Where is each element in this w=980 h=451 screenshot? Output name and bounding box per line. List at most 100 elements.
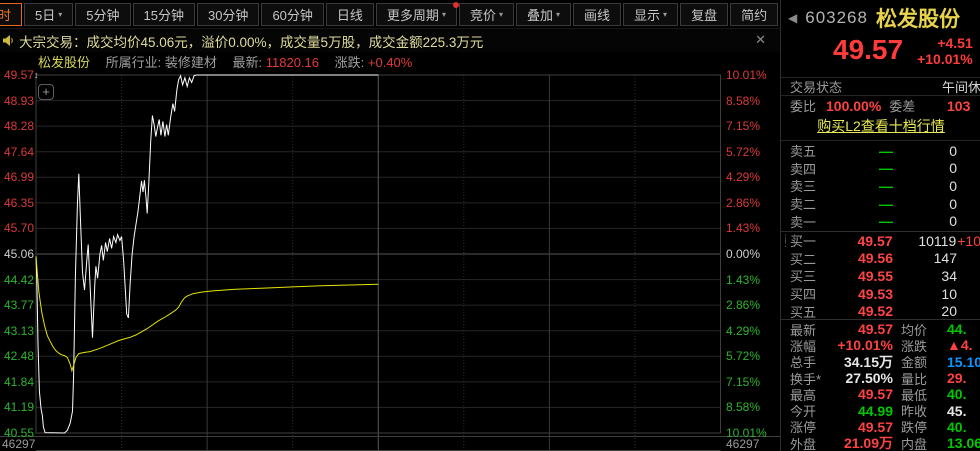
percent-axis-label: 10.01% xyxy=(726,427,780,439)
weibi-label: 委比 xyxy=(790,96,816,115)
price-axis-label: 40.55 xyxy=(0,427,34,439)
buy-row: 买一49.5710119+10 xyxy=(781,232,980,250)
price-axis-label: 45.70 xyxy=(0,222,34,234)
stats-value: 49.57 xyxy=(829,321,893,337)
percent-axis-label: 10.01% xyxy=(726,69,780,81)
stats-value: 44. xyxy=(947,321,980,337)
stats-row: 今开44.99昨收45. xyxy=(781,402,980,418)
price-axis-label: 49.57 xyxy=(0,69,34,81)
price-axis-label: 46.35 xyxy=(0,197,34,209)
buy-row-qty: 20 xyxy=(893,303,957,319)
change-value: +4.51 xyxy=(937,35,972,51)
buy-row-qty-change: +10 xyxy=(956,233,980,249)
stats-row: 总手34.15万金额15.10 xyxy=(781,354,980,370)
percent-axis-label: 1.43% xyxy=(726,274,780,286)
quote-header: ◀ 603268 松发股份 xyxy=(781,5,980,31)
stats-value: 40. xyxy=(947,386,980,402)
buy-row-price: 49.52 xyxy=(821,303,893,319)
buy-row-label: 买二 xyxy=(781,249,821,268)
weicha-value: 103 xyxy=(947,98,970,114)
price-axis-label: 45.06 xyxy=(0,248,34,260)
price-arrows-icon: ↕ xyxy=(34,70,39,80)
sell-row: 卖三—0 xyxy=(781,177,980,195)
price-block: 49.57 +4.51 +10.01% xyxy=(781,33,980,76)
stats-label: 外盘 xyxy=(781,434,829,451)
l2-purchase-link[interactable]: 购买L2查看十档行情 xyxy=(817,118,945,134)
change-block: +4.51 +10.01% xyxy=(917,33,973,67)
stats-value: 27.50% xyxy=(829,370,893,386)
change-percent: +10.01% xyxy=(917,51,973,67)
price-axis-label: 43.13 xyxy=(0,325,34,337)
buy-row-price: 49.57 xyxy=(821,233,893,249)
panel-drag-handle[interactable]: ⋮⋮⋮⋮ xyxy=(781,236,799,246)
last-price: 49.57 xyxy=(833,33,903,67)
percent-axis-label: 7.15% xyxy=(726,120,780,132)
buy-row: 买五49.5220 xyxy=(781,302,980,320)
weibi-value: 100.00% xyxy=(826,98,881,114)
percent-axis-label: 5.72% xyxy=(726,350,780,362)
sell-row: 卖五—0 xyxy=(781,142,980,160)
sell-row-label: 卖四 xyxy=(781,159,821,178)
stats-value: 13.06 xyxy=(947,435,980,451)
add-to-watchlist-icon[interactable]: + xyxy=(38,84,54,100)
buy-row-label: 买三 xyxy=(781,266,821,285)
buy-row-label: 买五 xyxy=(781,302,821,321)
quote-panel: ◀ 603268 松发股份 49.57 +4.51 +10.01% 交易状态 午… xyxy=(780,0,980,451)
sell-row-label: 卖三 xyxy=(781,176,821,195)
sell-row-qty: 0 xyxy=(893,178,957,194)
back-arrow-icon[interactable]: ◀ xyxy=(788,11,797,25)
percent-axis-label: 4.29% xyxy=(726,325,780,337)
buy-row-qty: 10119 xyxy=(893,233,957,249)
sell-row-price: — xyxy=(821,160,893,176)
sell-row-label: 卖一 xyxy=(781,212,821,231)
sell-row-label: 卖五 xyxy=(781,141,821,160)
chart-canvas xyxy=(0,0,780,451)
stats-value: 21.09万 xyxy=(829,433,893,451)
sell-row-qty: 0 xyxy=(893,143,957,159)
stats-row: 外盘21.09万内盘13.06 xyxy=(781,435,980,451)
buy-row-price: 49.55 xyxy=(821,268,893,284)
percent-axis-label: 5.72% xyxy=(726,146,780,158)
buy-order-book: 买一49.5710119+10买二49.56147买三49.5534买四49.5… xyxy=(781,231,980,319)
stock-name: 松发股份 xyxy=(876,3,960,33)
stats-label: 内盘 xyxy=(893,434,943,451)
price-axis-label: 44.42 xyxy=(0,274,34,286)
stats-value: 45. xyxy=(947,403,980,419)
percent-axis-label: 8.58% xyxy=(726,401,780,413)
price-axis-label: 46.99 xyxy=(0,171,34,183)
sell-row: 卖一—0 xyxy=(781,212,980,230)
sell-row-price: — xyxy=(821,196,893,212)
percent-axis-label: 1.43% xyxy=(726,222,780,234)
stats-value: 44.99 xyxy=(829,403,893,419)
stats-row: 换手*27.50%量比29. xyxy=(781,370,980,386)
stats-value: ▲4. xyxy=(947,337,980,353)
percent-axis-label: 0.00% xyxy=(726,248,780,260)
buy-row: 买二49.56147 xyxy=(781,250,980,268)
stats-value: 29. xyxy=(947,370,980,386)
sell-row: 卖四—0 xyxy=(781,160,980,178)
buy-row-price: 49.53 xyxy=(821,286,893,302)
buy-row-qty: 10 xyxy=(893,286,957,302)
price-axis-label: 48.28 xyxy=(0,120,34,132)
stats-value: 40. xyxy=(947,419,980,435)
buy-row: 买三49.5534 xyxy=(781,267,980,285)
buy-row-label: 买四 xyxy=(781,284,821,303)
buy-row-qty: 147 xyxy=(893,250,957,266)
intraday-chart[interactable]: ↕ + 46297 46297 49.5748.9348.2847.6446.9… xyxy=(0,0,780,451)
buy-row-price: 49.56 xyxy=(821,250,893,266)
sell-row-price: — xyxy=(821,213,893,229)
sell-row-qty: 0 xyxy=(893,196,957,212)
price-axis-label: 43.77 xyxy=(0,299,34,311)
sell-row-price: — xyxy=(821,143,893,159)
trade-status-label: 交易状态 xyxy=(790,77,842,96)
stock-code: 603268 xyxy=(805,8,868,28)
stats-row: 最高49.57最低40. xyxy=(781,386,980,402)
chart-section: 分时5日▾5分钟15分钟30分钟60分钟日线更多周期▾ 竞价▾叠加▾画线显示▾复… xyxy=(0,0,780,451)
price-axis-label: 41.84 xyxy=(0,376,34,388)
percent-axis-label: 4.29% xyxy=(726,171,780,183)
percent-axis-label: 2.86% xyxy=(726,197,780,209)
percent-axis-label: 8.58% xyxy=(726,95,780,107)
sell-row-qty: 0 xyxy=(893,213,957,229)
trade-status-row: 交易状态 午间休 xyxy=(781,77,980,95)
stats-value: 49.57 xyxy=(829,386,893,402)
